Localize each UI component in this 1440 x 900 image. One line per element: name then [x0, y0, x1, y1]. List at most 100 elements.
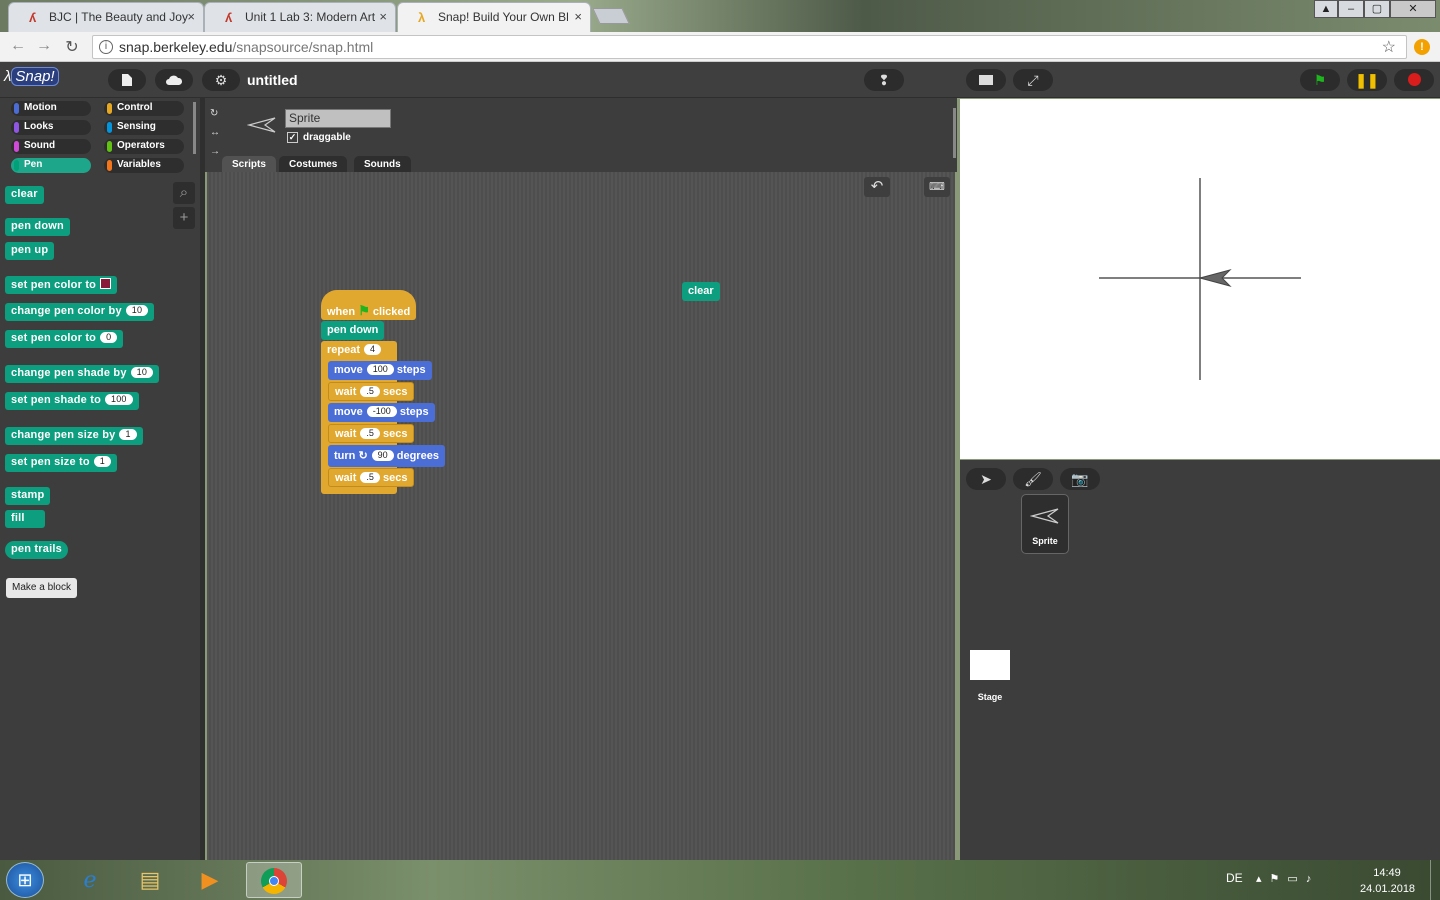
sprite-bar-scrollbar[interactable]	[953, 108, 956, 158]
block-pen-down[interactable]: pen down	[321, 321, 385, 340]
tab-scripts[interactable]: Scripts	[222, 156, 276, 172]
action-center-flag-icon[interactable]: ⚑	[1270, 873, 1288, 885]
block-stamp[interactable]: stamp	[5, 487, 51, 505]
block-change-pen-color-by[interactable]: change pen color by 10	[5, 303, 155, 321]
category-control[interactable]: Control	[104, 101, 184, 116]
block-move[interactable]: move -100 steps	[328, 403, 435, 422]
browser-tab-snap[interactable]: λ Snap! Build Your Own Bl ×	[397, 2, 591, 32]
category-looks[interactable]: Looks	[11, 120, 91, 135]
scripts-area[interactable]: ↶ ⌨ when ⚑ clicked pen down repeat 4 move…	[207, 172, 955, 860]
sprite-name-input[interactable]: Sprite	[285, 109, 391, 128]
draggable-toggle[interactable]: ✓ draggable	[287, 132, 351, 143]
start-button[interactable]: ⊞	[6, 862, 44, 898]
close-tab-icon[interactable]: ×	[574, 9, 582, 24]
update-warning-icon[interactable]: !	[1414, 39, 1430, 55]
search-blocks-button[interactable]: ⌕	[173, 182, 195, 204]
back-icon[interactable]: ←	[8, 37, 28, 55]
minimize-icon[interactable]: ‒	[1338, 0, 1364, 18]
number-slot[interactable]: 90	[371, 450, 394, 461]
block-wait[interactable]: wait .5 secs	[328, 468, 415, 487]
checkbox-icon[interactable]: ✓	[287, 132, 298, 143]
stage-thumbnail[interactable]	[970, 650, 1010, 680]
visible-stepping-button[interactable]: ❢	[864, 69, 904, 91]
block-wait[interactable]: wait .5 secs	[328, 424, 415, 443]
info-icon[interactable]: i	[99, 40, 113, 54]
tab-costumes[interactable]: Costumes	[279, 156, 348, 172]
camera-sprite-button[interactable]: 📷	[1060, 468, 1100, 490]
color-swatch[interactable]	[100, 278, 112, 289]
forward-icon[interactable]: →	[34, 37, 54, 55]
keyboard-entry-button[interactable]: ⌨	[924, 177, 950, 197]
number-slot[interactable]: 0	[100, 332, 118, 343]
sprite-icon-tile[interactable]: Sprite	[1021, 494, 1069, 554]
block-pen-up[interactable]: pen up	[5, 242, 55, 260]
maximize-icon[interactable]: ▢	[1364, 0, 1390, 18]
undo-button[interactable]: ↶	[864, 177, 890, 197]
normal-stage-button[interactable]	[966, 69, 1006, 91]
block-wait[interactable]: wait .5 secs	[328, 382, 415, 401]
block-move[interactable]: move 100 steps	[328, 361, 432, 380]
number-slot[interactable]: .5	[360, 386, 380, 397]
block-pen-trails[interactable]: pen trails	[5, 541, 68, 559]
number-slot[interactable]: 4	[364, 344, 382, 355]
category-variables[interactable]: Variables	[104, 158, 184, 173]
show-hidden-icon[interactable]: ▴	[1256, 873, 1270, 885]
category-sensing[interactable]: Sensing	[104, 120, 184, 135]
tab-sounds[interactable]: Sounds	[354, 156, 411, 172]
close-tab-icon[interactable]: ×	[187, 9, 195, 24]
clock[interactable]: 14:49 24.01.2018	[1360, 865, 1415, 897]
reload-icon[interactable]: ↻	[62, 37, 82, 57]
taskbar-chrome[interactable]	[246, 862, 302, 898]
close-tab-icon[interactable]: ×	[379, 9, 387, 24]
loose-block-clear[interactable]: clear	[682, 282, 720, 301]
taskbar-explorer[interactable]: ▤	[122, 862, 178, 898]
bookmark-star-icon[interactable]: ☆	[1382, 37, 1396, 57]
paint-sprite-button[interactable]: 🖌	[1013, 468, 1053, 490]
hat-block-when-flag-clicked[interactable]: when ⚑ clicked	[321, 290, 417, 320]
number-slot[interactable]: 10	[130, 367, 154, 378]
language-indicator[interactable]: DE	[1226, 871, 1243, 885]
taskbar-ie[interactable]: ℯ	[62, 862, 118, 898]
flip-icon[interactable]: ↔	[210, 123, 220, 142]
close-window-icon[interactable]: ✕	[1390, 0, 1436, 18]
file-menu-button[interactable]	[108, 69, 146, 91]
taskbar-media[interactable]: ▶	[182, 862, 238, 898]
browser-tab-unit1[interactable]: ʎ Unit 1 Lab 3: Modern Art ×	[204, 2, 396, 32]
new-tab-button[interactable]	[592, 8, 630, 24]
block-set-pen-size-to[interactable]: set pen size to 1	[5, 454, 118, 472]
stop-button[interactable]	[1394, 69, 1434, 91]
number-slot[interactable]: 10	[125, 305, 149, 316]
category-motion[interactable]: Motion	[11, 101, 91, 116]
palette-divider[interactable]	[200, 98, 205, 860]
network-icon[interactable]: ▭	[1287, 873, 1305, 885]
category-operators[interactable]: Operators	[104, 139, 184, 154]
volume-icon[interactable]: ♪	[1306, 873, 1320, 885]
number-slot[interactable]: .5	[360, 472, 380, 483]
block-fill[interactable]: fill	[5, 510, 45, 528]
pause-button[interactable]: ❚❚	[1347, 69, 1387, 91]
url-input[interactable]: i snap.berkeley.edu/snapsource/snap.html…	[92, 35, 1407, 59]
user-icon[interactable]: ▲	[1314, 0, 1338, 18]
number-slot[interactable]: .5	[360, 428, 380, 439]
block-pen-down[interactable]: pen down	[5, 218, 70, 236]
number-slot[interactable]: -100	[366, 406, 397, 417]
number-slot[interactable]: 100	[105, 394, 133, 405]
block-change-pen-shade-by[interactable]: change pen shade by 10	[5, 365, 160, 383]
make-a-block-button[interactable]: Make a block	[6, 578, 77, 598]
add-block-button[interactable]: +	[173, 207, 195, 229]
app-mode-button[interactable]: ⤢	[1013, 69, 1053, 91]
block-change-pen-size-by[interactable]: change pen size by 1	[5, 427, 143, 445]
category-pen[interactable]: Pen	[11, 158, 91, 173]
stage[interactable]	[960, 99, 1440, 459]
block-turn[interactable]: turn ↻ 90 degrees	[328, 445, 445, 467]
cloud-menu-button[interactable]	[155, 69, 193, 91]
number-slot[interactable]: 100	[366, 364, 394, 375]
category-sound[interactable]: Sound	[11, 139, 91, 154]
settings-button[interactable]: ⚙	[202, 69, 240, 91]
number-slot[interactable]: 1	[93, 456, 112, 467]
browser-tab-bjc[interactable]: ʎ BJC | The Beauty and Joy ×	[8, 2, 204, 32]
snap-logo[interactable]: λ Snap!	[4, 67, 59, 86]
no-rotate-icon[interactable]: →	[210, 142, 220, 161]
block-set-pen-color-to-number[interactable]: set pen color to 0	[5, 330, 124, 348]
turtle-sprite-button[interactable]: ➤	[966, 468, 1006, 490]
